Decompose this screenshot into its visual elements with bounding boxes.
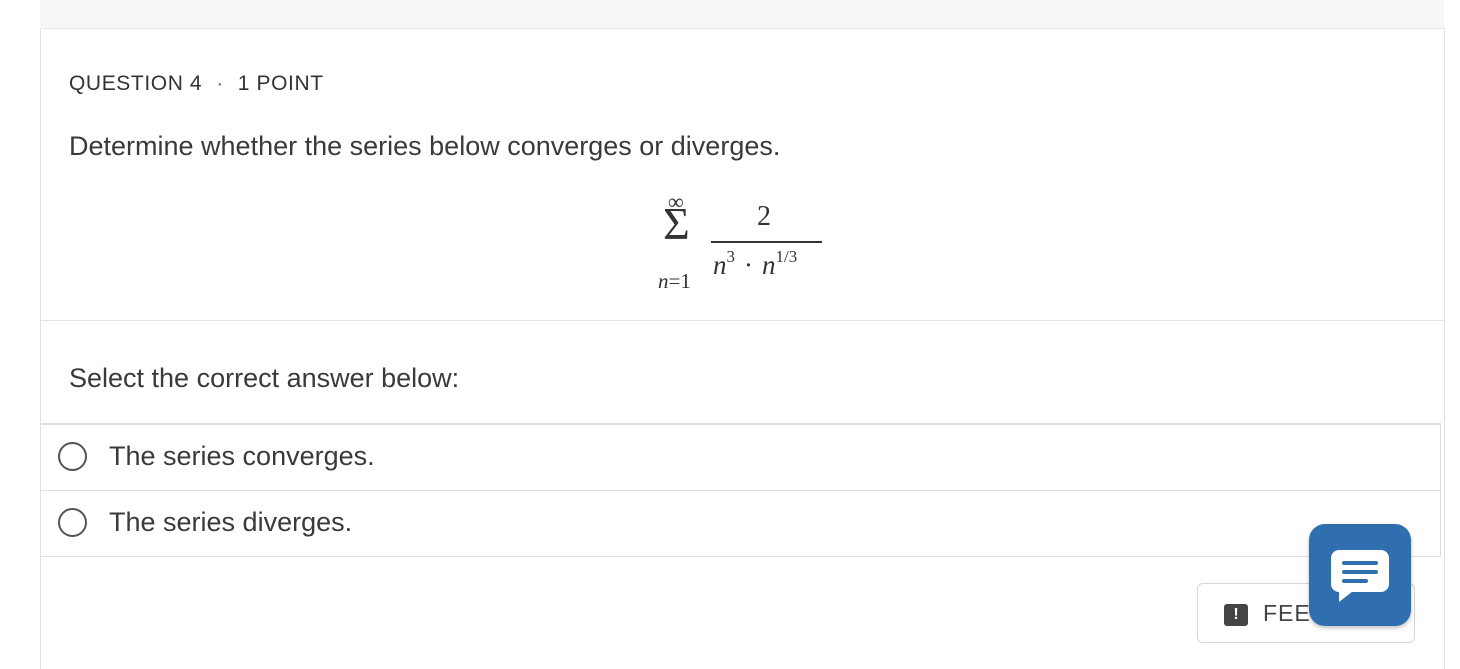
answer-options: The series converges. The series diverge… xyxy=(41,423,1441,557)
radio-button[interactable] xyxy=(58,442,87,471)
multiply-operator: · xyxy=(744,250,753,280)
series-lower-limit: n=1 xyxy=(658,269,691,294)
top-strip xyxy=(40,0,1444,29)
header-separator: · xyxy=(216,72,224,95)
summation-sign: Σ xyxy=(663,198,690,249)
chat-bubble-tail xyxy=(1339,588,1357,602)
answer-option-diverges[interactable]: The series diverges. xyxy=(41,491,1441,557)
answer-option-converges[interactable]: The series converges. xyxy=(41,425,1441,491)
denominator-base-2: n xyxy=(762,250,776,280)
exclamation-icon: ! xyxy=(1224,604,1248,626)
option-label: The series diverges. xyxy=(109,507,353,537)
chat-button[interactable] xyxy=(1309,524,1411,626)
question-points: 1 POINT xyxy=(237,72,324,95)
chat-line-2 xyxy=(1342,570,1378,574)
question-header: QUESTION 4 · 1 POINT xyxy=(69,72,324,96)
answer-instruction: Select the correct answer below: xyxy=(69,363,460,393)
question-prompt: Determine whether the series below conve… xyxy=(69,131,781,161)
denominator-exponent-1: 3 xyxy=(726,247,736,266)
fraction-numerator: 2 xyxy=(757,201,771,232)
fraction-bar xyxy=(711,241,822,243)
lower-limit-value: =1 xyxy=(668,269,691,293)
feedback-label: FEE xyxy=(1263,600,1311,626)
series-expression: ∞ Σ n=1 2 n3 · n1/3 xyxy=(653,189,853,301)
question-card: QUESTION 4 · 1 POINT Determine whether the… xyxy=(40,28,1445,669)
section-divider xyxy=(41,320,1444,321)
denominator-exponent-2: 1/3 xyxy=(775,247,798,266)
option-label: The series converges. xyxy=(109,441,375,471)
chat-line-3 xyxy=(1342,579,1368,583)
index-variable: n xyxy=(658,269,669,293)
denominator-base-1: n xyxy=(713,250,727,280)
question-number: QUESTION 4 xyxy=(69,72,203,95)
radio-button[interactable] xyxy=(58,508,87,537)
fraction-denominator: n3 · n1/3 xyxy=(713,247,797,281)
chat-line-1 xyxy=(1342,561,1378,565)
